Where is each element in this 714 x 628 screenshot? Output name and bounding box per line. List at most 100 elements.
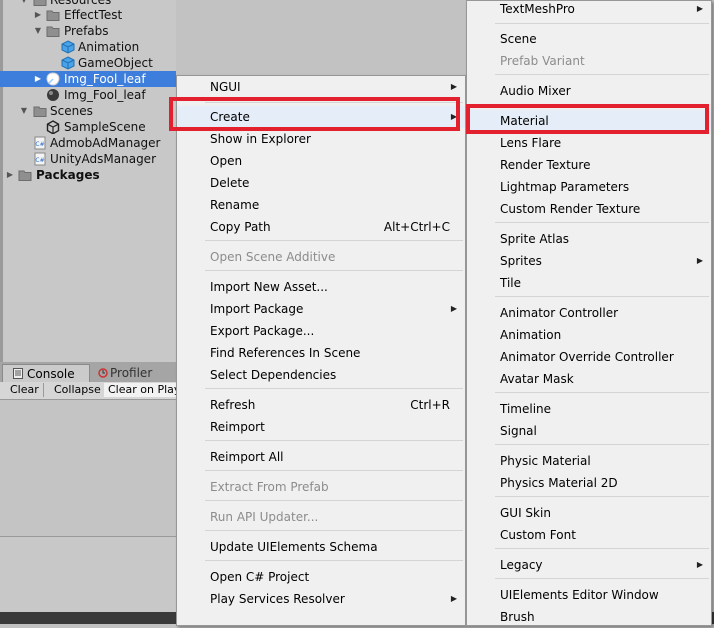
menu-label: Legacy [500, 558, 543, 572]
submenu-item-brush[interactable]: Brush [467, 606, 711, 628]
folder-icon [33, 106, 47, 117]
submenu-item-animator-override-controller[interactable]: Animator Override Controller [467, 346, 711, 368]
csharp-script-icon: C# [34, 136, 46, 150]
clear-button[interactable]: Clear [6, 383, 44, 397]
context-menu: NGUI ▶ Create ▶ Show in Explorer Open Dele… [176, 75, 466, 626]
submenu-item-gui-skin[interactable]: GUI Skin [467, 502, 711, 524]
tree-row-animation-prefab[interactable]: Animation [0, 39, 176, 55]
menu-label: Refresh [210, 398, 256, 412]
menu-label: Open [210, 154, 243, 168]
submenu-item-avatar-mask[interactable]: Avatar Mask [467, 368, 711, 390]
submenu-item-audio-mixer[interactable]: Audio Mixer [467, 80, 711, 102]
submenu-item-tile[interactable]: Tile [467, 272, 711, 294]
submenu-item-timeline[interactable]: Timeline [467, 398, 711, 420]
menu-label: Sprites [500, 254, 542, 268]
submenu-item-custom-font[interactable]: Custom Font [467, 524, 711, 546]
expand-arrow-icon[interactable]: ▶ [34, 71, 42, 87]
menu-separator [205, 500, 463, 501]
tree-label: Animation [78, 40, 140, 54]
tree-label: Packages [36, 168, 100, 182]
tree-row-packages[interactable]: ▶ Packages [0, 167, 176, 183]
menu-item-reimport-all[interactable]: Reimport All [177, 446, 465, 468]
menu-item-export-package[interactable]: Export Package... [177, 320, 465, 342]
menu-item-select-dependencies[interactable]: Select Dependencies [177, 364, 465, 386]
menu-label: TextMeshPro [500, 2, 575, 16]
menu-label: Open Scene Additive [210, 250, 336, 264]
collapse-button[interactable]: Collapse [50, 383, 106, 397]
submenu-item-sprite-atlas[interactable]: Sprite Atlas [467, 228, 711, 250]
menu-item-open-csharp-project[interactable]: Open C# Project [177, 566, 465, 588]
material-sphere-icon [47, 89, 59, 101]
menu-item-show-in-explorer[interactable]: Show in Explorer [177, 128, 465, 150]
clear-on-play-toggle[interactable]: Clear on Play [104, 383, 185, 397]
submenu-item-signal[interactable]: Signal [467, 420, 711, 442]
menu-label: Run API Updater... [210, 510, 319, 524]
expand-arrow-icon[interactable]: ▼ [20, 103, 28, 119]
tree-row-unityadsmanager[interactable]: C# UnityAdsManager [0, 151, 176, 167]
tree-row-samplescene[interactable]: SampleScene [0, 119, 176, 135]
expand-arrow-icon[interactable]: ▶ [6, 167, 14, 183]
expand-arrow-icon[interactable]: ▶ [34, 7, 42, 23]
expand-arrow-icon[interactable]: ▼ [34, 23, 42, 39]
console-log-area[interactable] [0, 400, 176, 537]
menu-item-import-new-asset[interactable]: Import New Asset... [177, 276, 465, 298]
prefab-cube-icon [61, 40, 75, 54]
tree-row-img-fool-leaf-selected[interactable]: ▶ Img_Fool_leaf [0, 71, 176, 87]
menu-label: Scene [500, 32, 537, 46]
submenu-item-textmeshpro[interactable]: TextMeshPro ▶ [467, 0, 711, 20]
submenu-arrow-icon: ▶ [696, 4, 703, 13]
menu-label: Physic Material [500, 454, 591, 468]
submenu-item-lightmap-parameters[interactable]: Lightmap Parameters [467, 176, 711, 198]
submenu-item-scene[interactable]: Scene [467, 28, 711, 50]
menu-label: Animator Override Controller [500, 350, 674, 364]
shortcut-label: Ctrl+R [410, 398, 450, 412]
folder-icon [46, 10, 60, 21]
menu-label: Select Dependencies [210, 368, 337, 382]
submenu-arrow-icon: ▶ [696, 560, 703, 569]
menu-item-reimport[interactable]: Reimport [177, 416, 465, 438]
menu-item-import-package[interactable]: Import Package ▶ [177, 298, 465, 320]
submenu-item-legacy[interactable]: Legacy ▶ [467, 554, 711, 576]
menu-item-update-uielements-schema[interactable]: Update UIElements Schema [177, 536, 465, 558]
menu-item-find-references[interactable]: Find References In Scene [177, 342, 465, 364]
tree-row-img-fool-leaf-material[interactable]: Img_Fool_leaf [0, 87, 176, 103]
tree-row-admobadmanager[interactable]: C# AdmobAdManager [0, 135, 176, 151]
submenu-item-lens-flare[interactable]: Lens Flare [467, 132, 711, 154]
menu-label: Audio Mixer [500, 84, 571, 98]
submenu-item-animator-controller[interactable]: Animator Controller [467, 302, 711, 324]
tree-label: AdmobAdManager [50, 136, 161, 150]
submenu-item-sprites[interactable]: Sprites ▶ [467, 250, 711, 272]
menu-label: Export Package... [210, 324, 315, 338]
tab-console[interactable]: Console [2, 364, 90, 383]
menu-label: Find References In Scene [210, 346, 361, 360]
menu-item-open[interactable]: Open [177, 150, 465, 172]
tree-row-gameobject-prefab[interactable]: GameObject [0, 55, 176, 71]
menu-separator [495, 548, 709, 549]
submenu-item-uielements-editor-window[interactable]: UIElements Editor Window [467, 584, 711, 606]
submenu-item-render-texture[interactable]: Render Texture [467, 154, 711, 176]
menu-item-delete[interactable]: Delete [177, 172, 465, 194]
menu-label: Reimport All [210, 450, 284, 464]
menu-label: Copy Path [210, 220, 271, 234]
menu-separator [495, 23, 709, 24]
tree-row-effecttest[interactable]: ▶ EffectTest [0, 7, 176, 23]
menu-label: Play Services Resolver [210, 592, 345, 606]
tree-label: Img_Fool_leaf [64, 88, 146, 102]
menu-item-play-services-resolver[interactable]: Play Services Resolver ▶ [177, 588, 465, 610]
submenu-item-physics-material-2d[interactable]: Physics Material 2D [467, 472, 711, 494]
submenu-item-physic-material[interactable]: Physic Material [467, 450, 711, 472]
submenu-item-custom-render-texture[interactable]: Custom Render Texture [467, 198, 711, 220]
menu-item-copy-path[interactable]: Copy Path Alt+Ctrl+C [177, 216, 465, 238]
menu-label: Physics Material 2D [500, 476, 618, 490]
menu-item-run-api-updater: Run API Updater... [177, 506, 465, 528]
tab-profiler[interactable]: Profiler [96, 364, 166, 382]
menu-item-refresh[interactable]: Refresh Ctrl+R [177, 394, 465, 416]
highlight-box-material [466, 104, 709, 134]
tree-row-prefabs[interactable]: ▼ Prefabs [0, 23, 176, 39]
menu-item-ngui[interactable]: NGUI ▶ [177, 76, 465, 98]
submenu-item-animation[interactable]: Animation [467, 324, 711, 346]
menu-item-rename[interactable]: Rename [177, 194, 465, 216]
menu-separator [495, 578, 709, 579]
tree-row-scenes[interactable]: ▼ Scenes [0, 103, 176, 119]
console-detail-area[interactable] [0, 537, 176, 612]
